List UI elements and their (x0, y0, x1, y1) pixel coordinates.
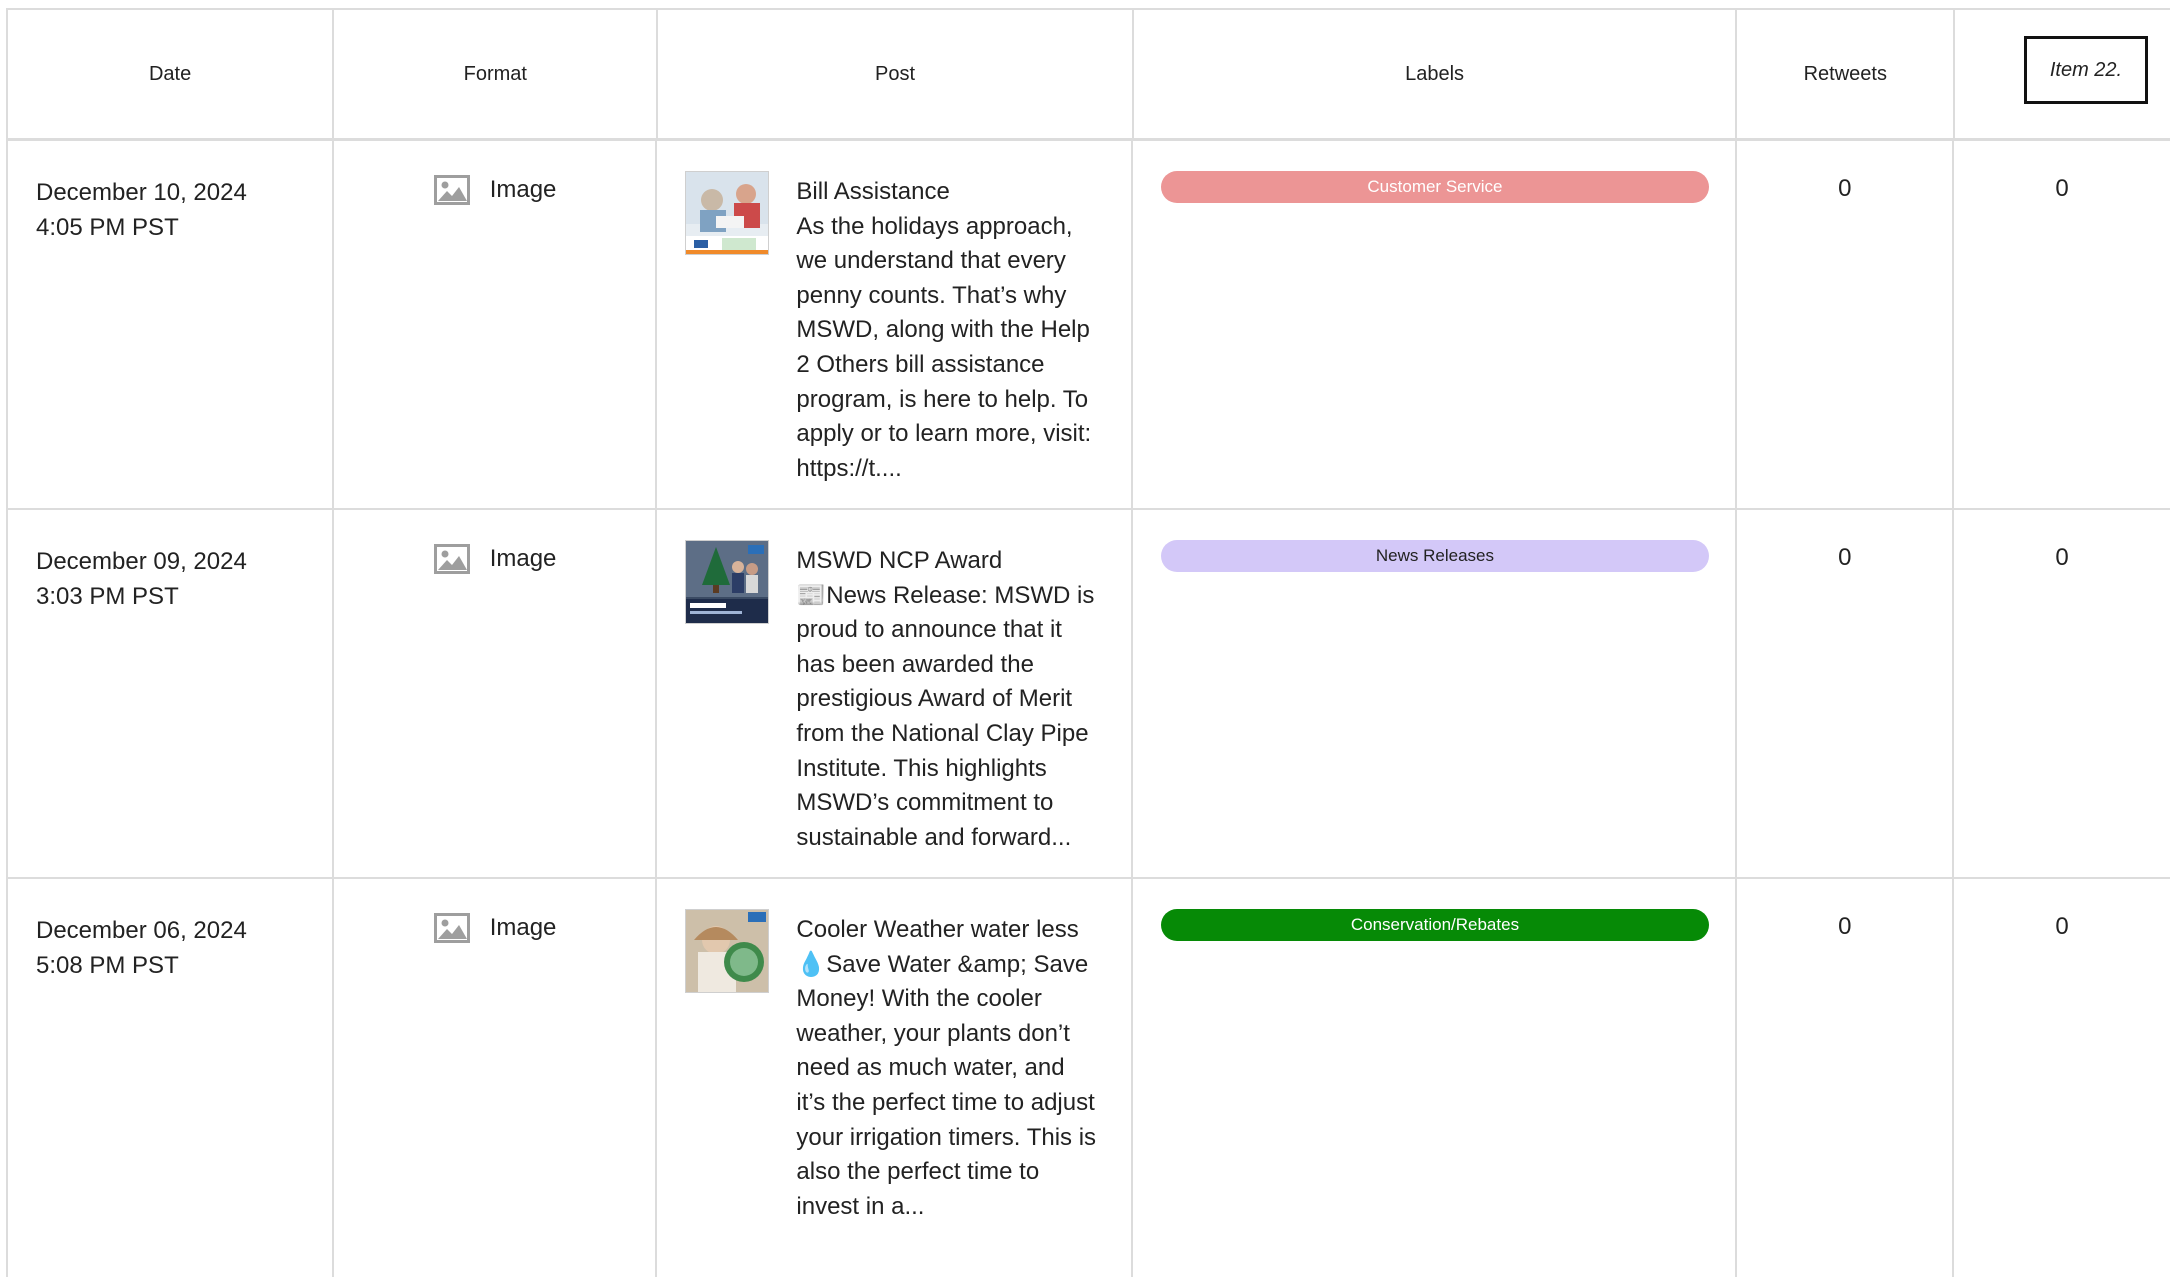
post-thumbnail[interactable] (685, 540, 770, 624)
format-cell: Image (334, 879, 658, 1277)
table-row[interactable]: December 10, 2024 4:05 PM PST Image Bill… (6, 141, 2170, 510)
extra-metric-cell: 0 (1954, 141, 2170, 508)
header-extra-column[interactable]: Item 22. (1955, 10, 2170, 138)
format-indicator: Image (433, 913, 557, 943)
label-pill[interactable]: Customer Service (1160, 171, 1709, 203)
format-cell: Image (334, 510, 658, 877)
image-icon (433, 544, 470, 574)
extra-metric-count: 0 (2055, 175, 2069, 202)
post-date-day: December 09, 2024 (36, 548, 247, 575)
post-date: December 06, 2024 5:08 PM PST (36, 913, 247, 983)
image-icon (433, 175, 470, 205)
post-date-day: December 06, 2024 (36, 917, 247, 944)
item-marker-box: Item 22. (2023, 36, 2148, 104)
image-icon (433, 913, 470, 943)
post-date-day: December 10, 2024 (36, 179, 247, 206)
extra-metric-count: 0 (2055, 913, 2069, 940)
post-content: Bill Assistance As the holidays approach… (796, 175, 1096, 486)
post-cell: Cooler Weather water less 💧Save Water &a… (657, 879, 1133, 1277)
extra-metric-cell: 0 (1954, 510, 2170, 877)
format-indicator: Image (433, 544, 557, 574)
header-post-label: Post (875, 62, 916, 85)
table-row[interactable]: December 09, 2024 3:03 PM PST Image MSWD… (6, 510, 2170, 879)
format-label: Image (489, 545, 557, 572)
post-date: December 09, 2024 3:03 PM PST (36, 544, 247, 614)
format-label: Image (489, 914, 557, 941)
post-body: 📰News Release: MSWD is proud to announce… (796, 581, 1095, 851)
posts-table: Date Format Post Labels Retweets Item 22… (6, 8, 2170, 1277)
header-format-label: Format (463, 62, 527, 85)
post-thumbnail[interactable] (685, 171, 770, 255)
labels-cell: Conservation/Rebates (1133, 879, 1738, 1277)
table-row[interactable]: December 06, 2024 5:08 PM PST Image Cool… (6, 879, 2170, 1277)
labels-cell: News Releases (1133, 510, 1738, 877)
post-body: 💧Save Water &amp; Save Money! With the c… (796, 950, 1097, 1220)
retweets-count: 0 (1838, 175, 1852, 202)
header-retweets-label: Retweets (1803, 62, 1887, 85)
date-cell: December 09, 2024 3:03 PM PST (8, 510, 334, 877)
extra-metric-count: 0 (2055, 544, 2069, 571)
post-content: Cooler Weather water less 💧Save Water &a… (796, 913, 1096, 1224)
label-pill[interactable]: Conservation/Rebates (1160, 909, 1709, 941)
retweets-count: 0 (1838, 913, 1852, 940)
post-title: Bill Assistance (796, 178, 950, 205)
post-body: As the holidays approach, we understand … (796, 212, 1092, 482)
retweets-cell: 0 (1737, 510, 1955, 877)
post-cell: MSWD NCP Award 📰News Release: MSWD is pr… (657, 510, 1133, 877)
extra-metric-cell: 0 (1954, 879, 2170, 1277)
header-date-label: Date (148, 62, 192, 85)
post-title: MSWD NCP Award (796, 547, 1003, 574)
retweets-cell: 0 (1737, 141, 1955, 508)
header-labels[interactable]: Labels (1134, 10, 1738, 138)
table-header: Date Format Post Labels Retweets Item 22… (6, 8, 2170, 141)
post-date-time: 5:08 PM PST (36, 952, 179, 979)
item-marker-label: Item 22. (2049, 58, 2123, 81)
label-pill[interactable]: News Releases (1160, 540, 1709, 572)
format-label: Image (489, 176, 557, 203)
labels-cell: Customer Service (1133, 141, 1738, 508)
retweets-cell: 0 (1737, 879, 1955, 1277)
post-cell: Bill Assistance As the holidays approach… (657, 141, 1133, 508)
post-title: Cooler Weather water less (796, 916, 1079, 943)
header-post[interactable]: Post (658, 10, 1134, 138)
format-cell: Image (334, 141, 658, 508)
header-labels-label: Labels (1405, 62, 1465, 85)
post-thumbnail[interactable] (685, 909, 770, 993)
header-format[interactable]: Format (334, 10, 659, 138)
post-date-time: 4:05 PM PST (36, 214, 179, 241)
date-cell: December 10, 2024 4:05 PM PST (8, 141, 334, 508)
header-date[interactable]: Date (8, 10, 335, 138)
post-content: MSWD NCP Award 📰News Release: MSWD is pr… (796, 544, 1096, 855)
post-date: December 10, 2024 4:05 PM PST (36, 175, 247, 245)
format-indicator: Image (433, 175, 557, 205)
date-cell: December 06, 2024 5:08 PM PST (8, 879, 334, 1277)
header-retweets[interactable]: Retweets (1737, 10, 1956, 138)
retweets-count: 0 (1838, 544, 1852, 571)
post-date-time: 3:03 PM PST (36, 583, 179, 610)
